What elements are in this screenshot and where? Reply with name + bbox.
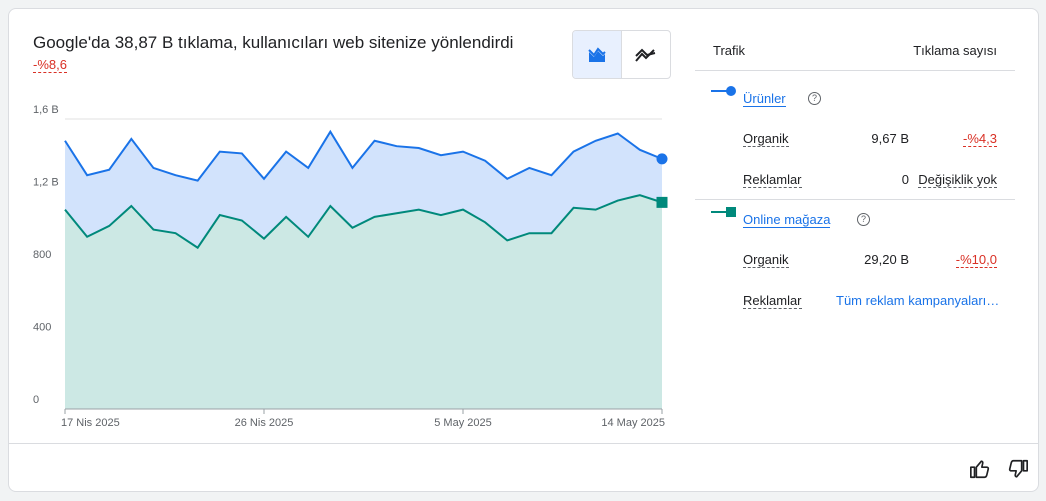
- traffic-card: Google'da 38,87 B tıklama, kullanıcıları…: [8, 8, 1039, 492]
- group-title-online-store[interactable]: Online mağaza: [743, 212, 831, 228]
- x-tick-label: 26 Nis 2025: [235, 417, 294, 429]
- x-tick-label: 5 May 2025: [434, 417, 491, 429]
- series-teal-line-icon: [711, 207, 736, 217]
- view-all-campaigns-link[interactable]: Tüm reklam kampanyalarını görüntüle: [836, 293, 1006, 308]
- series-blue-line-icon: [711, 86, 736, 96]
- area-chart-icon: [588, 46, 606, 62]
- row-label-products-ads[interactable]: Reklamlar: [743, 172, 802, 188]
- help-icon[interactable]: ?: [808, 92, 821, 105]
- area-view-button[interactable]: [573, 31, 622, 78]
- traffic-area-chart: 0 400 800 1,2 B 1,6 B 17 Nis 2025 26 Nis 2025 5…: [33, 104, 668, 429]
- end-marker-products: [656, 153, 668, 165]
- row-change-products-organic[interactable]: -%4,3: [963, 131, 997, 147]
- y-tick-label: 1,2 B: [33, 177, 59, 189]
- y-tick-label: 800: [33, 249, 51, 261]
- x-tick-label: 17 Nis 2025: [61, 417, 120, 429]
- y-tick-label: 1,6 B: [33, 104, 59, 116]
- row-change-store-organic[interactable]: -%10,0: [955, 252, 997, 268]
- panel-header: Trafik Tıklama sayısı: [695, 31, 1015, 71]
- line-view-button[interactable]: [622, 31, 670, 78]
- y-tick-label: 400: [33, 322, 51, 334]
- summary-change[interactable]: -%8,6: [33, 57, 67, 73]
- help-icon[interactable]: ?: [857, 213, 870, 226]
- chart-view-toggle: [572, 30, 671, 79]
- row-value-products-ads: 0: [901, 172, 909, 187]
- row-label-products-organic[interactable]: Organik: [743, 131, 789, 147]
- thumb-up-icon[interactable]: [969, 458, 991, 480]
- header-clicks: Tıklama sayısı: [913, 43, 997, 58]
- row-value-store-organic: 29,20 B: [864, 252, 909, 267]
- header-traffic: Trafik: [713, 43, 746, 58]
- line-chart-icon: [635, 48, 656, 62]
- group-title-products[interactable]: Ürünler: [743, 91, 786, 107]
- thumb-down-icon[interactable]: [1007, 458, 1029, 480]
- feedback-footer: [9, 443, 1038, 491]
- row-change-products-ads[interactable]: Değişiklik yok: [918, 172, 997, 188]
- end-marker-online-store: [656, 196, 668, 208]
- x-tick-label: 14 May 2025: [601, 417, 665, 429]
- row-label-store-organic[interactable]: Organik: [743, 252, 789, 268]
- y-tick-label: 0: [33, 394, 39, 406]
- row-value-products-organic: 9,67 B: [871, 131, 909, 146]
- summary-headline: Google'da 38,87 B tıklama, kullanıcıları…: [33, 33, 514, 52]
- group-divider: [695, 199, 1015, 200]
- row-label-store-ads[interactable]: Reklamlar: [743, 293, 802, 309]
